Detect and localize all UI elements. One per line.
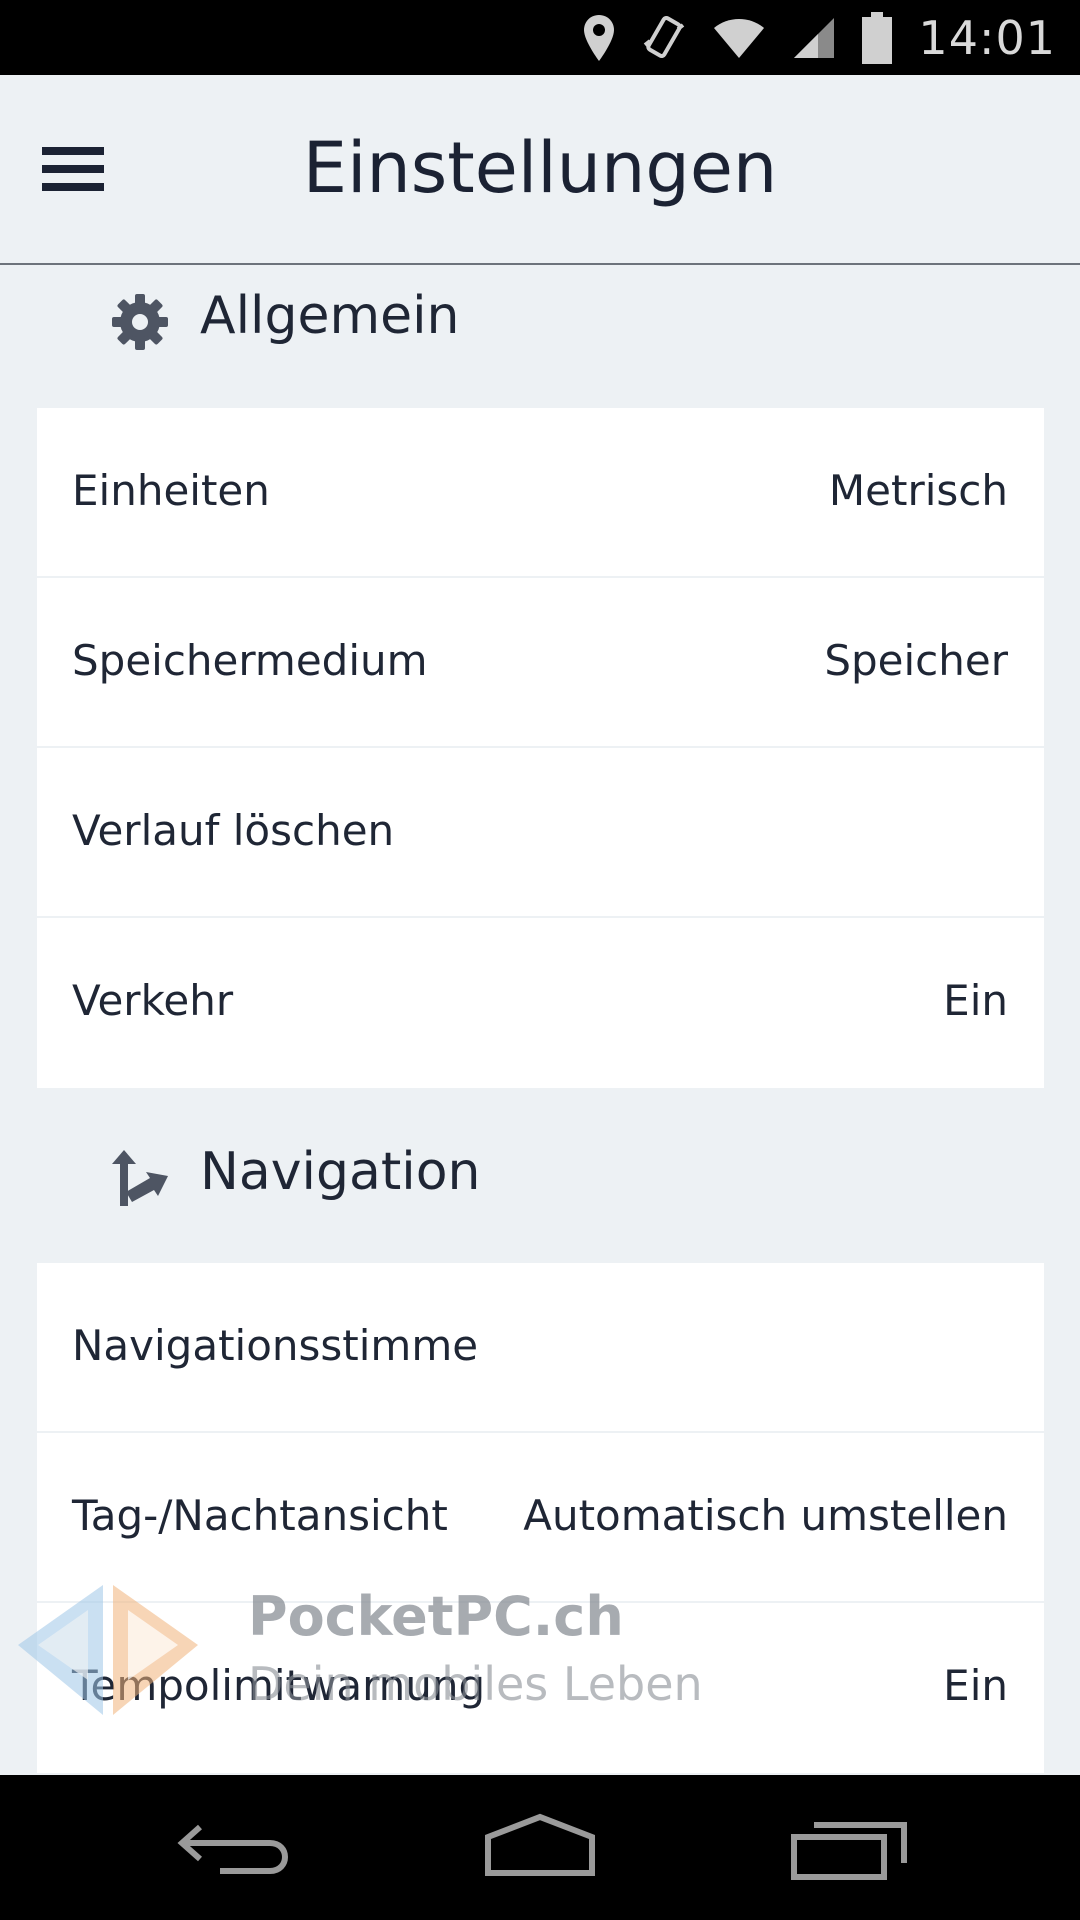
setting-row-tag-nachtansicht[interactable]: Tag-/Nachtansicht Automatisch umstellen xyxy=(37,1433,1044,1603)
setting-value: Speicher xyxy=(824,636,1008,685)
setting-label: Tempolimitwarnung xyxy=(72,1661,486,1710)
status-time: 14:01 xyxy=(918,10,1056,65)
settings-card-allgemein: Einheiten Metrisch Speichermedium Speich… xyxy=(37,408,1044,1088)
setting-label: Tag-/Nachtansicht xyxy=(72,1491,448,1540)
home-button[interactable] xyxy=(470,1805,610,1890)
setting-row-einheiten[interactable]: Einheiten Metrisch xyxy=(37,408,1044,578)
home-icon xyxy=(485,1813,595,1876)
setting-row-verkehr[interactable]: Verkehr Ein xyxy=(37,918,1044,1088)
settings-card-navigation: Navigationsstimme Tag-/Nachtansicht Auto… xyxy=(37,1263,1044,1773)
page-title: Einstellungen xyxy=(302,127,778,209)
battery-icon xyxy=(862,11,893,64)
system-nav-bar xyxy=(0,1775,1080,1920)
section-title: Navigation xyxy=(200,1142,481,1202)
recents-button[interactable] xyxy=(780,1805,920,1890)
app-bar: Einstellungen xyxy=(0,75,1080,265)
route-arrow-icon xyxy=(112,1150,168,1206)
setting-value: Ein xyxy=(943,976,1008,1025)
status-bar: 14:01 xyxy=(0,0,1080,75)
signal-icon xyxy=(794,17,835,58)
setting-value: Metrisch xyxy=(828,466,1008,515)
setting-label: Einheiten xyxy=(72,466,270,515)
setting-label: Verlauf löschen xyxy=(72,806,395,855)
setting-row-navigationsstimme[interactable]: Navigationsstimme xyxy=(37,1263,1044,1433)
back-button[interactable] xyxy=(170,1805,310,1890)
setting-value: Ein xyxy=(943,1661,1008,1710)
setting-label: Verkehr xyxy=(72,976,234,1025)
section-header-navigation: Navigation xyxy=(0,1118,1080,1238)
section-title: Allgemein xyxy=(200,286,460,346)
back-icon xyxy=(177,1824,288,1874)
setting-row-tempolimitwarnung[interactable]: Tempolimitwarnung Ein xyxy=(37,1603,1044,1773)
wifi-icon xyxy=(714,18,765,58)
setting-label: Speichermedium xyxy=(72,636,428,685)
setting-row-verlauf-loeschen[interactable]: Verlauf löschen xyxy=(37,748,1044,918)
settings-screen: 14:01 Einstellungen Allgemein Einheiten … xyxy=(0,0,1080,1920)
location-icon xyxy=(584,14,615,61)
gear-icon xyxy=(112,294,168,350)
setting-row-speichermedium[interactable]: Speichermedium Speicher xyxy=(37,578,1044,748)
setting-value: Automatisch umstellen xyxy=(523,1491,1008,1540)
vibrate-icon xyxy=(644,15,685,58)
section-header-allgemein: Allgemein xyxy=(0,262,1080,382)
recents-icon xyxy=(791,1822,907,1880)
setting-label: Navigationsstimme xyxy=(72,1321,479,1370)
